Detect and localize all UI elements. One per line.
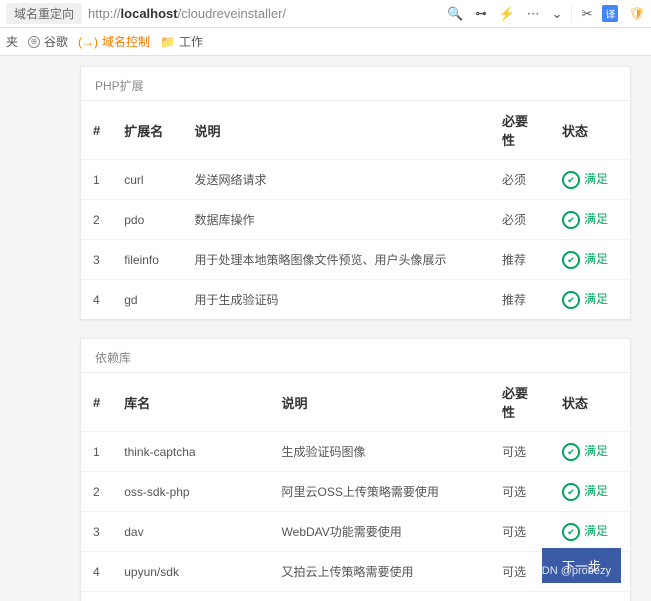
cell-requirement: 可选 (490, 472, 550, 512)
next-button[interactable]: 下一步 (542, 548, 621, 583)
col-name: 库名 (112, 373, 269, 432)
table-row: 2pdo数据库操作必须满足 (81, 200, 630, 240)
cell-status: 不满足 (550, 592, 630, 601)
col-desc: 说明 (182, 101, 490, 160)
cell-index: 2 (81, 200, 112, 240)
extension-icons: ✂ 译 🛡 (571, 5, 645, 22)
cell-desc: 用于处理本地策略图像文件预览、用户头像展示 (182, 240, 490, 280)
more-icon[interactable]: ⋯ (527, 6, 540, 22)
address-label: 域名重定向 (6, 3, 82, 24)
cell-status: 满足 (550, 472, 630, 512)
cell-requirement: 可选 (490, 592, 550, 601)
col-index: # (81, 373, 112, 432)
cell-name: fileinfo (112, 240, 182, 280)
card-title: 依赖库 (81, 339, 630, 372)
cell-name: think-captcha (112, 432, 269, 472)
col-desc: 说明 (270, 373, 490, 432)
col-status: 状态 (550, 373, 630, 432)
cell-requirement: 推荐 (490, 280, 550, 320)
bookmark-domain[interactable]: (→)域名控制 (78, 33, 150, 50)
flash-icon[interactable]: ⚡ (498, 6, 514, 22)
cell-name: googleauthenticator (112, 592, 269, 601)
cell-desc: 阿里云OSS上传策略需要使用 (270, 472, 490, 512)
cell-desc: 又拍云上传策略需要使用 (270, 552, 490, 592)
cell-index: 3 (81, 512, 112, 552)
chevron-down-icon[interactable]: ⌄ (552, 6, 563, 22)
cell-requirement: 必须 (490, 160, 550, 200)
globe-icon: ⊕ (28, 36, 40, 48)
cell-status: 满足 (550, 280, 630, 320)
cell-index: 4 (81, 280, 112, 320)
status-badge: 满足 (562, 444, 608, 458)
status-badge: 满足 (562, 172, 608, 186)
php-extensions-card: PHP扩展 # 扩展名 说明 必要性 状态 1curl发送网络请求必须满足2pd… (80, 66, 631, 320)
cell-name: upyun/sdk (112, 552, 269, 592)
translate-icon[interactable]: 译 (602, 5, 618, 22)
cell-name: dav (112, 512, 269, 552)
table-header-row: # 库名 说明 必要性 状态 (81, 373, 630, 432)
bookmark-work[interactable]: 📁工作 (160, 33, 203, 50)
cell-status: 满足 (550, 200, 630, 240)
status-badge: 满足 (562, 524, 608, 538)
bracket-icon: (→) (78, 35, 98, 49)
cell-desc: 二步验证 (270, 592, 490, 601)
cell-name: pdo (112, 200, 182, 240)
status-badge: 满足 (562, 252, 608, 266)
cell-index: 2 (81, 472, 112, 512)
table-row: 2oss-sdk-php阿里云OSS上传策略需要使用可选满足 (81, 472, 630, 512)
main-content: PHP扩展 # 扩展名 说明 必要性 状态 1curl发送网络请求必须满足2pd… (0, 56, 651, 601)
table-row: 1curl发送网络请求必须满足 (81, 160, 630, 200)
bookmark-google[interactable]: ⊕谷歌 (28, 33, 68, 50)
cell-desc: 发送网络请求 (182, 160, 490, 200)
table-header-row: # 扩展名 说明 必要性 状态 (81, 101, 630, 160)
address-url[interactable]: http://localhost/cloudreveinstaller/ (88, 6, 439, 21)
cell-index: 1 (81, 160, 112, 200)
table-row: 1think-captcha生成验证码图像可选满足 (81, 432, 630, 472)
col-requirement: 必要性 (490, 101, 550, 160)
cell-requirement: 可选 (490, 432, 550, 472)
status-badge: 满足 (562, 484, 608, 498)
shield-icon[interactable]: 🛡 (628, 6, 645, 22)
folder-icon: 📁 (160, 35, 175, 49)
cell-status: 满足 (550, 160, 630, 200)
table-row: 5googleauthenticator二步验证可选不满足 (81, 592, 630, 601)
cell-name: gd (112, 280, 182, 320)
browser-actions: 🔍 ⊶ ⚡ ⋯ ⌄ (439, 6, 570, 22)
table-row: 4gd用于生成验证码推荐满足 (81, 280, 630, 320)
key-icon[interactable]: ⊶ (475, 7, 486, 20)
cell-index: 3 (81, 240, 112, 280)
cell-requirement: 推荐 (490, 240, 550, 280)
table-row: 3davWebDAV功能需要使用可选满足 (81, 512, 630, 552)
cell-name: curl (112, 160, 182, 200)
cell-desc: 数据库操作 (182, 200, 490, 240)
cell-requirement: 必须 (490, 200, 550, 240)
cell-desc: WebDAV功能需要使用 (270, 512, 490, 552)
card-title: PHP扩展 (81, 67, 630, 100)
col-name: 扩展名 (112, 101, 182, 160)
cell-desc: 生成验证码图像 (270, 432, 490, 472)
bookmarks-bar: 夹 ⊕谷歌 (→)域名控制 📁工作 (0, 28, 651, 56)
col-requirement: 必要性 (490, 373, 550, 432)
cell-status: 满足 (550, 512, 630, 552)
col-status: 状态 (550, 101, 630, 160)
cell-index: 1 (81, 432, 112, 472)
cell-desc: 用于生成验证码 (182, 280, 490, 320)
status-badge: 满足 (562, 292, 608, 306)
browser-address-bar: 域名重定向 http://localhost/cloudreveinstalle… (0, 0, 651, 28)
scissors-icon[interactable]: ✂ (582, 6, 593, 22)
search-icon[interactable]: 🔍 (447, 6, 463, 22)
cell-requirement: 可选 (490, 512, 550, 552)
cell-status: 满足 (550, 240, 630, 280)
bookmark-item[interactable]: 夹 (6, 33, 18, 50)
cell-name: oss-sdk-php (112, 472, 269, 512)
table-row: 3fileinfo用于处理本地策略图像文件预览、用户头像展示推荐满足 (81, 240, 630, 280)
cell-status: 满足 (550, 432, 630, 472)
cell-index: 5 (81, 592, 112, 601)
col-index: # (81, 101, 112, 160)
status-badge: 满足 (562, 212, 608, 226)
cell-index: 4 (81, 552, 112, 592)
php-extensions-table: # 扩展名 说明 必要性 状态 1curl发送网络请求必须满足2pdo数据库操作… (81, 100, 630, 319)
